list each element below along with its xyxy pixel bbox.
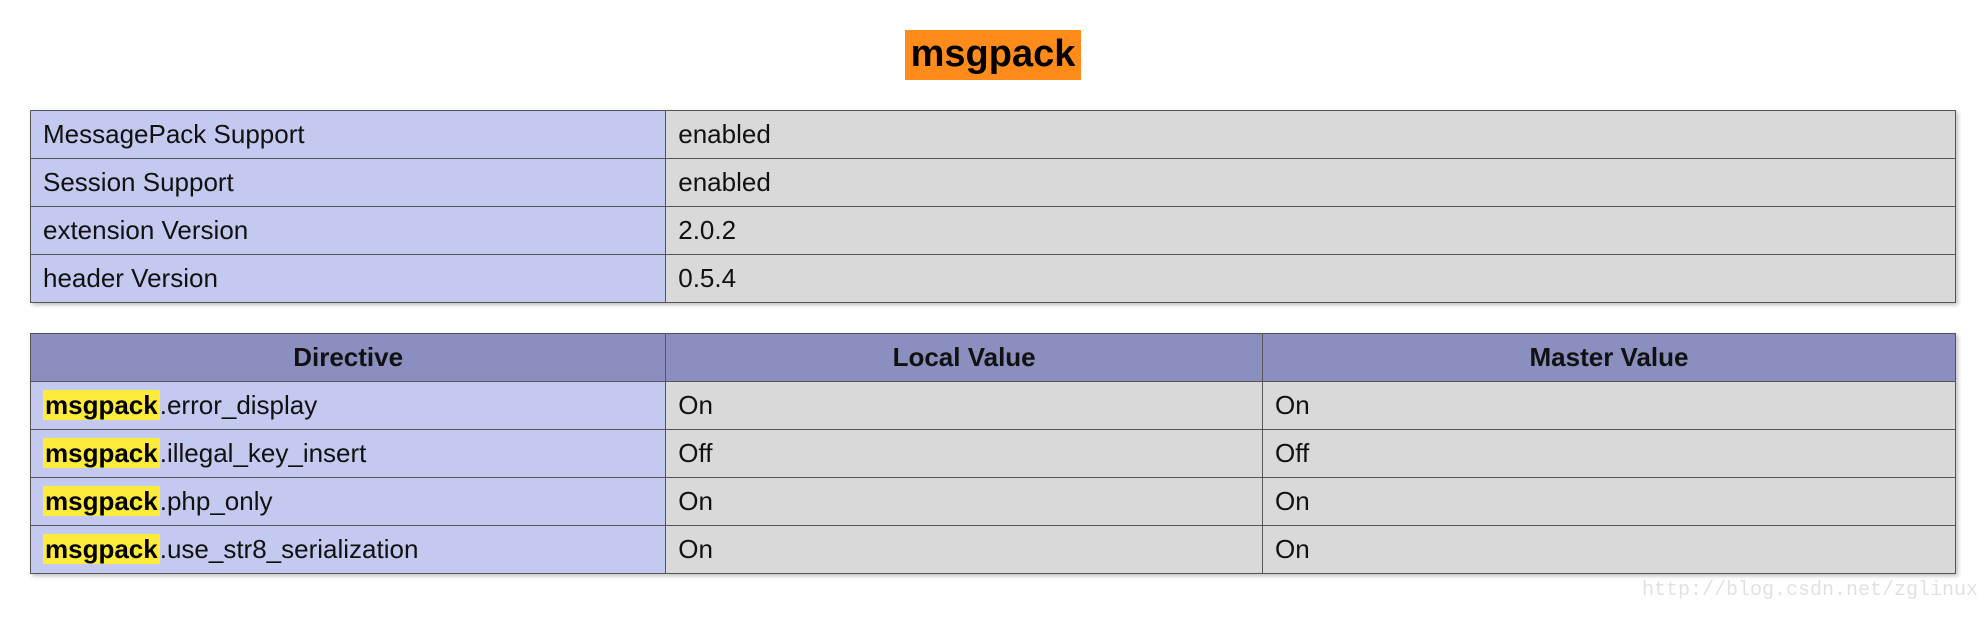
info-label: header Version bbox=[31, 254, 666, 302]
table-row: msgpack.illegal_key_insert Off Off bbox=[31, 429, 1956, 477]
highlight-term: msgpack bbox=[43, 486, 160, 516]
table-row: Session Support enabled bbox=[31, 158, 1956, 206]
highlight-term: msgpack bbox=[43, 390, 160, 420]
table-row: MessagePack Support enabled bbox=[31, 110, 1956, 158]
header-local: Local Value bbox=[666, 333, 1263, 381]
watermark: http://blog.csdn.net/zglinux bbox=[1642, 579, 1978, 602]
highlight-term: msgpack bbox=[43, 438, 160, 468]
directive-suffix: .illegal_key_insert bbox=[160, 438, 367, 468]
section-title-container: msgpack bbox=[30, 30, 1956, 80]
info-value: enabled bbox=[666, 158, 1956, 206]
directive-suffix: .php_only bbox=[160, 486, 273, 516]
directive-local: On bbox=[666, 525, 1263, 573]
table-row: msgpack.use_str8_serialization On On bbox=[31, 525, 1956, 573]
info-value: 2.0.2 bbox=[666, 206, 1956, 254]
header-directive: Directive bbox=[31, 333, 666, 381]
info-table: MessagePack Support enabled Session Supp… bbox=[30, 110, 1956, 303]
info-label: Session Support bbox=[31, 158, 666, 206]
directives-table: Directive Local Value Master Value msgpa… bbox=[30, 333, 1956, 574]
directive-name: msgpack.error_display bbox=[31, 381, 666, 429]
directive-suffix: .error_display bbox=[160, 390, 318, 420]
table-row: msgpack.php_only On On bbox=[31, 477, 1956, 525]
directive-master: On bbox=[1263, 381, 1956, 429]
directive-master: On bbox=[1263, 477, 1956, 525]
info-label: extension Version bbox=[31, 206, 666, 254]
directive-local: On bbox=[666, 381, 1263, 429]
directive-name: msgpack.php_only bbox=[31, 477, 666, 525]
header-master: Master Value bbox=[1263, 333, 1956, 381]
directive-master: Off bbox=[1263, 429, 1956, 477]
directive-name: msgpack.illegal_key_insert bbox=[31, 429, 666, 477]
table-row: header Version 0.5.4 bbox=[31, 254, 1956, 302]
info-value: 0.5.4 bbox=[666, 254, 1956, 302]
table-row: extension Version 2.0.2 bbox=[31, 206, 1956, 254]
table-header-row: Directive Local Value Master Value bbox=[31, 333, 1956, 381]
section-title: msgpack bbox=[905, 30, 1082, 80]
table-row: msgpack.error_display On On bbox=[31, 381, 1956, 429]
directive-suffix: .use_str8_serialization bbox=[160, 534, 419, 564]
directive-local: On bbox=[666, 477, 1263, 525]
directive-name: msgpack.use_str8_serialization bbox=[31, 525, 666, 573]
directive-master: On bbox=[1263, 525, 1956, 573]
info-label: MessagePack Support bbox=[31, 110, 666, 158]
directive-local: Off bbox=[666, 429, 1263, 477]
highlight-term: msgpack bbox=[43, 534, 160, 564]
info-value: enabled bbox=[666, 110, 1956, 158]
